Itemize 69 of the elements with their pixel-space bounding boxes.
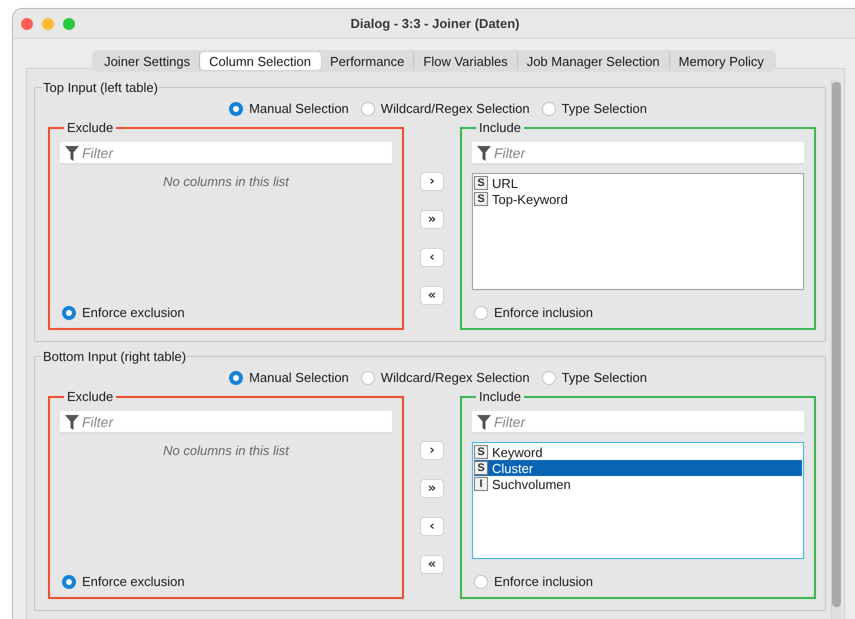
list-row[interactable]: I Suchvolumen [474,476,802,492]
group-title: Exclude [66,120,114,135]
radio-label[interactable]: Manual Selection [249,101,349,116]
group-title: Exclude [66,389,114,404]
list-row[interactable]: S Keyword [474,444,802,460]
empty-list-message: No columns in this list [163,174,289,189]
radio-button[interactable] [229,102,244,116]
filter-icon [65,415,79,430]
list-row[interactable]: S URL [474,175,802,191]
type-badge: I [474,477,488,491]
radio-button[interactable] [229,370,244,384]
empty-list-message: No columns in this list [163,443,289,458]
radio-button[interactable] [62,306,76,320]
radio-button[interactable] [360,102,375,116]
filter-icon [65,146,79,161]
filter-icon [477,146,491,161]
radio-button[interactable] [542,370,556,384]
radio-button[interactable] [474,306,488,320]
group-title: Include [478,389,522,404]
type-badge: S [474,461,488,475]
section-title: Top Input (left table) [42,80,159,95]
list-row[interactable]: S Cluster [474,460,802,476]
tab[interactable]: Column Selection [200,52,321,70]
radio-label[interactable]: Type Selection [562,101,647,116]
move-button[interactable]: » [420,479,444,498]
radio-label[interactable]: Enforce exclusion [82,574,185,589]
column-name: Cluster [492,460,534,476]
filter-field[interactable]: Filter [472,142,804,165]
window-title: Dialog - 3:3 - Joiner (Daten) [349,16,521,31]
close-button[interactable] [21,18,33,30]
radio-label[interactable]: Enforce inclusion [494,574,593,589]
radio-button[interactable] [474,574,488,588]
radio-label[interactable]: Manual Selection [249,370,349,385]
tab[interactable]: Memory Policy [670,52,773,70]
filter-icon [477,415,491,430]
column-name: Top-Keyword [492,192,568,206]
radio-button[interactable] [62,574,76,588]
type-badge: S [474,192,488,206]
column-name: Keyword [492,444,543,460]
tab[interactable]: Job Manager Selection [518,52,670,70]
tab[interactable]: Flow Variables [414,52,518,70]
column-name: URL [492,176,518,190]
scrollbar[interactable] [831,80,841,619]
move-button[interactable]: ‹ [420,517,444,536]
move-button[interactable]: › [420,172,444,191]
type-badge: S [474,176,488,190]
column-name: Suchvolumen [492,476,571,492]
radio-label[interactable]: Wildcard/Regex Selection [380,101,530,116]
type-badge: S [474,445,488,459]
move-button[interactable]: « [420,286,444,305]
move-button[interactable]: ‹ [420,248,444,267]
filter-field[interactable]: Filter [60,142,392,165]
move-button[interactable]: « [420,555,444,574]
section-title: Bottom Input (right table) [42,349,188,364]
minimize-button[interactable] [42,18,54,30]
radio-button[interactable] [360,370,375,384]
tab[interactable]: Performance [320,52,414,70]
group-title: Include [478,120,522,135]
radio-button[interactable] [542,102,556,116]
filter-field[interactable]: Filter [472,411,804,434]
filter-field[interactable]: Filter [60,411,392,434]
radio-label[interactable]: Enforce exclusion [82,305,185,320]
radio-label[interactable]: Type Selection [562,370,647,385]
radio-label[interactable]: Enforce inclusion [494,305,593,320]
radio-label[interactable]: Wildcard/Regex Selection [380,370,530,385]
move-button[interactable]: › [420,441,444,460]
move-button[interactable]: » [420,210,444,229]
zoom-button[interactable] [63,18,75,30]
list-row[interactable]: S Top-Keyword [474,191,802,207]
